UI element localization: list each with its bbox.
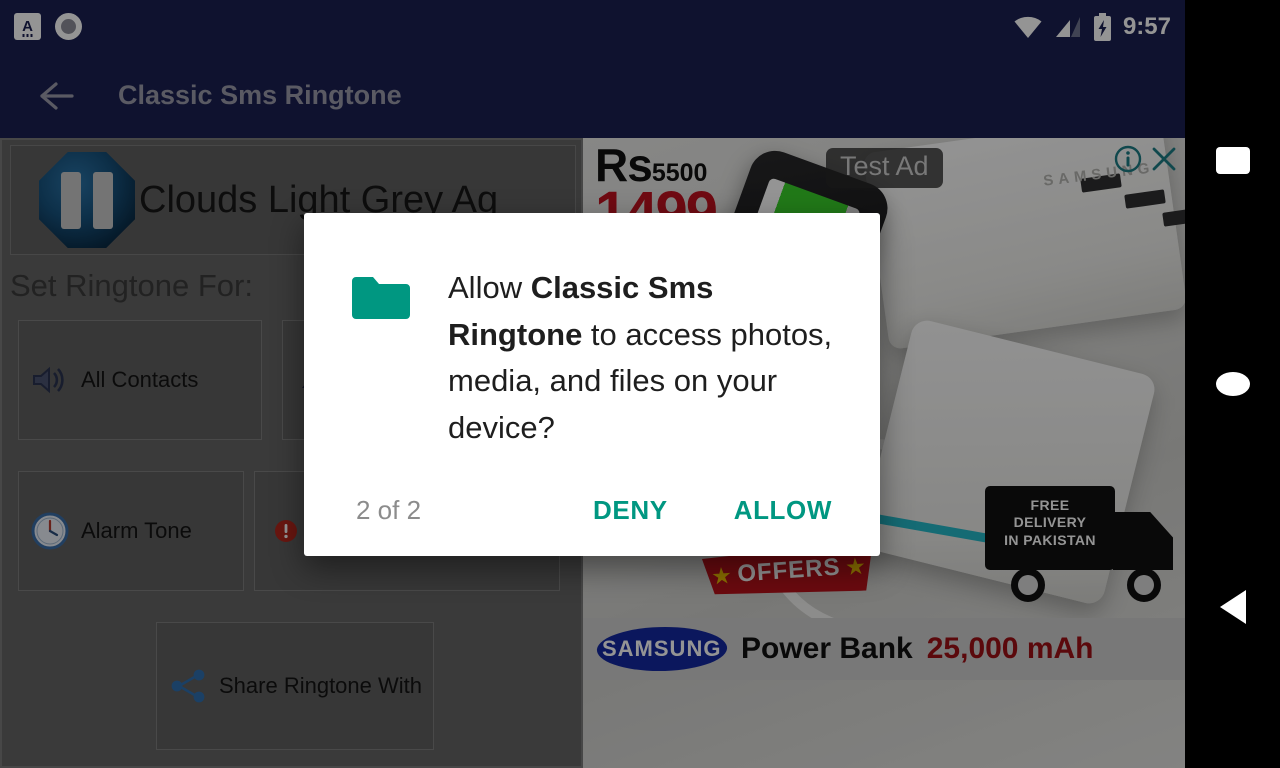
screen-root: A 9:57 Classic Sms Ringtone Clouds Light… (0, 0, 1280, 768)
dialog-message-prefix: Allow (448, 270, 531, 305)
dialog-message: Allow Classic Sms Ringtone to access pho… (448, 265, 840, 451)
dialog-body: Allow Classic Sms Ringtone to access pho… (304, 213, 880, 451)
circle-home-icon[interactable] (1185, 344, 1280, 424)
android-nav-bar (1185, 0, 1280, 768)
triangle-back-icon[interactable] (1185, 567, 1280, 647)
allow-button[interactable]: ALLOW (720, 485, 846, 536)
permission-dialog: Allow Classic Sms Ringtone to access pho… (304, 213, 880, 556)
deny-button[interactable]: DENY (579, 485, 682, 536)
dialog-actions: 2 of 2 DENY ALLOW (304, 464, 880, 556)
device-viewport: A 9:57 Classic Sms Ringtone Clouds Light… (0, 0, 1185, 768)
square-recents-icon[interactable] (1185, 120, 1280, 200)
dialog-counter: 2 of 2 (356, 494, 422, 525)
folder-icon (350, 273, 412, 451)
